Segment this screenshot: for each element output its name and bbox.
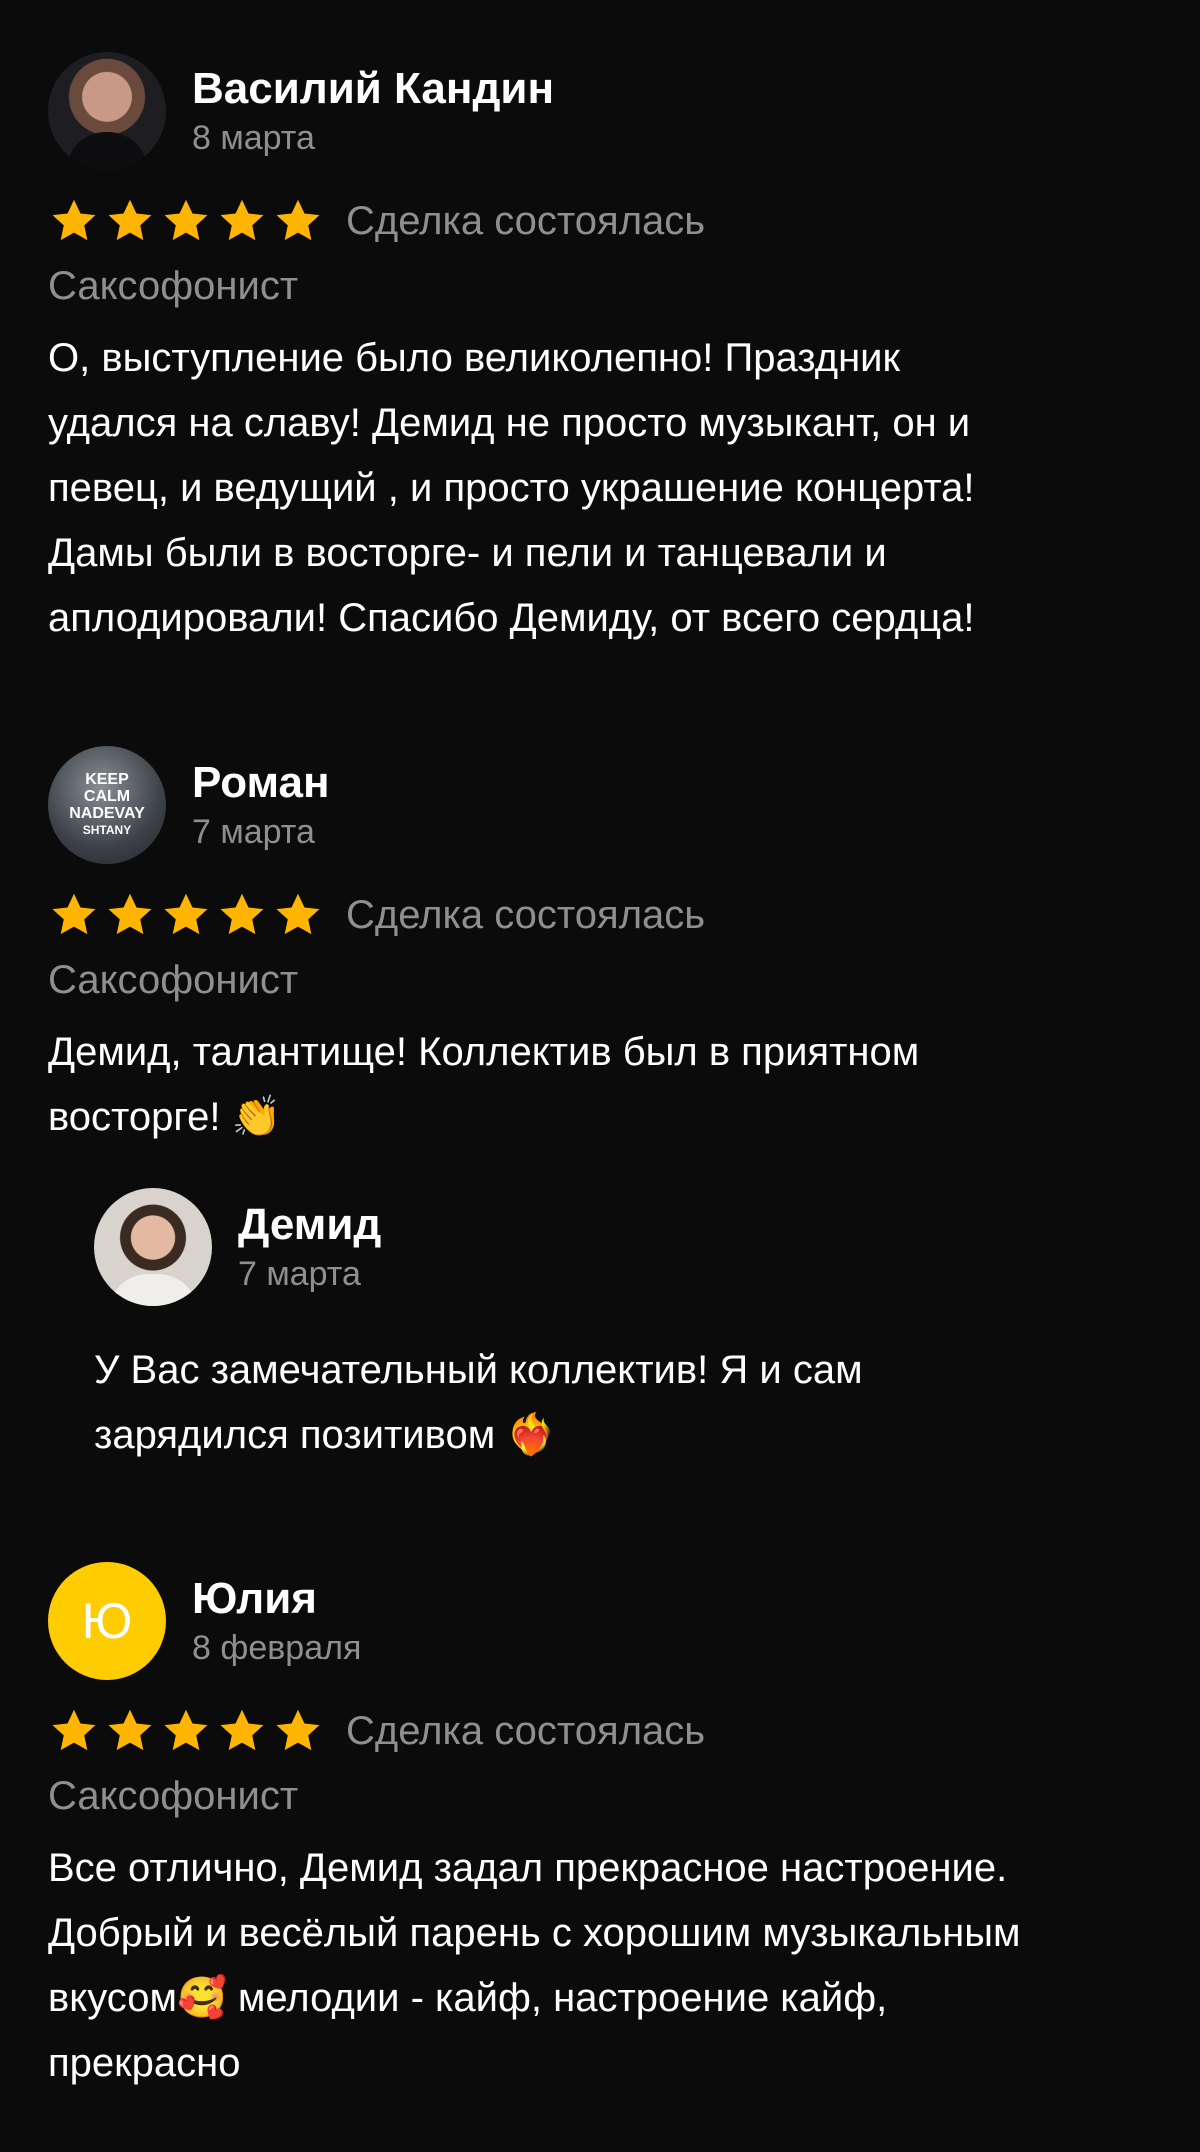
- review-text: Демид, талантище! Коллектив был в приятн…: [48, 1030, 920, 1139]
- author-meta: Юлия 8 февраля: [192, 1572, 361, 1670]
- rating-row: Сделка состоялась: [48, 890, 1160, 940]
- star-icon: [276, 893, 320, 935]
- review-text: Все отлично, Демид задал прекрасное наст…: [48, 1846, 1021, 2085]
- review-header: Василий Кандин 8 марта: [48, 52, 1160, 170]
- star-icon: [108, 893, 152, 935]
- author-meta: Роман 7 марта: [192, 756, 330, 854]
- author-meta: Василий Кандин 8 марта: [192, 62, 554, 160]
- avatar-text: NADEVAY: [69, 805, 145, 822]
- star-rating: [48, 890, 324, 940]
- star-rating: [48, 1706, 324, 1756]
- service-category: Саксофонист: [48, 1774, 299, 1818]
- author-name[interactable]: Юлия: [192, 1572, 361, 1626]
- star-icon: [220, 199, 264, 241]
- avatar[interactable]: Ю: [48, 1562, 166, 1680]
- avatar[interactable]: [48, 52, 166, 170]
- star-icon: [164, 893, 208, 935]
- review-date: 8 марта: [192, 119, 315, 157]
- avatar[interactable]: KEEP CALM NADEVAY SHTANY: [48, 746, 166, 864]
- deal-status: Сделка состоялась: [346, 1708, 706, 1753]
- star-icon: [108, 199, 152, 241]
- review-header: Ю Юлия 8 февраля: [48, 1562, 1160, 1680]
- owner-reply: Демид 7 марта У Вас замечательный коллек…: [94, 1188, 1160, 1468]
- avatar-text: KEEP: [85, 771, 129, 788]
- review-card: Василий Кандин 8 марта Сделка состоялась…: [48, 52, 1160, 651]
- review-date: 7 марта: [192, 813, 315, 851]
- author-name[interactable]: Василий Кандин: [192, 62, 554, 116]
- avatar-text: SHTANY: [82, 823, 132, 837]
- deal-status: Сделка состоялась: [346, 198, 706, 243]
- star-rating: [48, 196, 324, 246]
- reply-text: У Вас замечательный коллектив! Я и сам з…: [94, 1348, 863, 1457]
- review-header: KEEP CALM NADEVAY SHTANY Роман 7 марта: [48, 746, 1160, 864]
- author-name[interactable]: Роман: [192, 756, 330, 810]
- avatar-letter: Ю: [81, 1593, 133, 1649]
- review-card: KEEP CALM NADEVAY SHTANY Роман 7 марта С…: [48, 746, 1160, 1150]
- star-icon: [164, 199, 208, 241]
- star-icon: [220, 1709, 264, 1751]
- review-date: 7 марта: [238, 1255, 361, 1293]
- star-icon: [108, 1709, 152, 1751]
- review-date: 8 февраля: [192, 1629, 362, 1667]
- star-icon: [220, 893, 264, 935]
- star-icon: [164, 1709, 208, 1751]
- author-name[interactable]: Демид: [238, 1198, 381, 1252]
- service-category: Саксофонист: [48, 264, 299, 308]
- star-icon: [52, 199, 96, 241]
- star-icon: [276, 1709, 320, 1751]
- star-icon: [52, 1709, 96, 1751]
- deal-status: Сделка состоялась: [346, 892, 706, 937]
- service-category: Саксофонист: [48, 958, 299, 1002]
- star-icon: [52, 893, 96, 935]
- review-text: О, выступление было великолепно! Праздни…: [48, 336, 975, 640]
- avatar-text: CALM: [83, 788, 131, 805]
- star-icon: [276, 199, 320, 241]
- reply-header: Демид 7 марта: [94, 1188, 1160, 1306]
- rating-row: Сделка состоялась: [48, 1706, 1160, 1756]
- rating-row: Сделка состоялась: [48, 196, 1160, 246]
- avatar[interactable]: [94, 1188, 212, 1306]
- author-meta: Демид 7 марта: [238, 1198, 381, 1296]
- review-card: Ю Юлия 8 февраля Сделка состоялась Саксо…: [48, 1562, 1160, 2096]
